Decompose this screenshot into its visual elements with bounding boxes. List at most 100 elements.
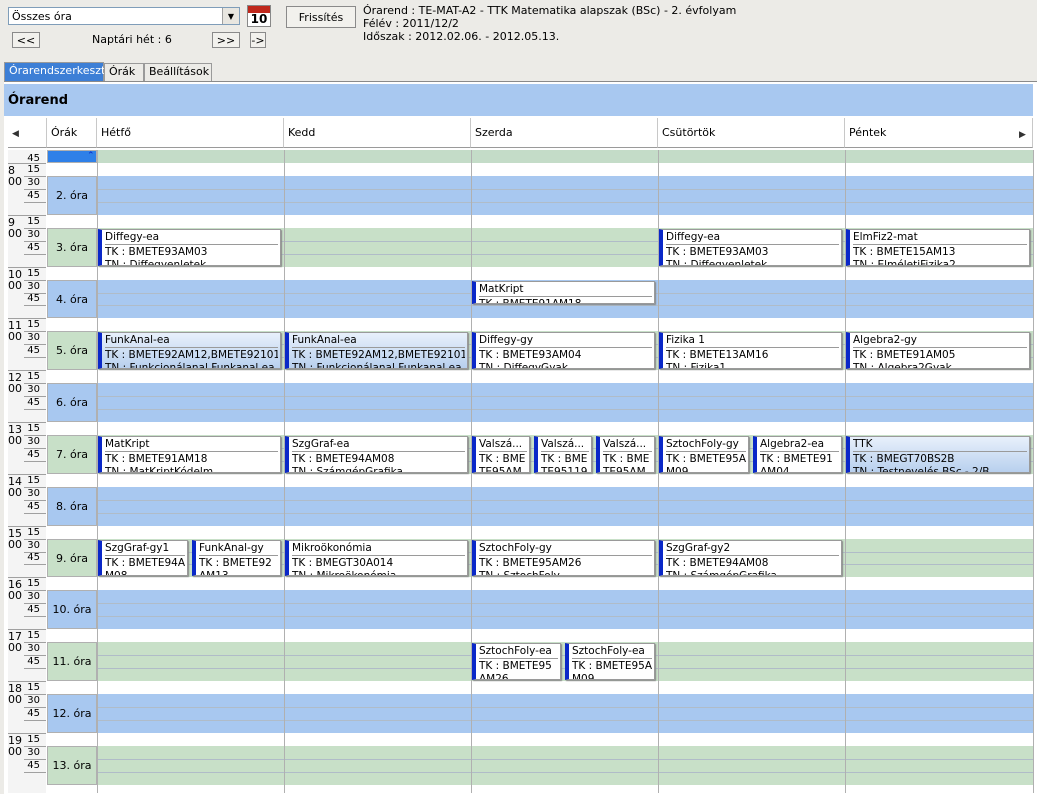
event-detail: TK : BMETE91AM18 (479, 297, 582, 305)
day-header-thu: Csütörtök (658, 118, 845, 148)
refresh-button[interactable]: Frissítés (286, 6, 356, 28)
grid-row[interactable] (97, 150, 1033, 163)
event-title: SztochFoly-ea (479, 645, 558, 660)
period-cell[interactable]: 2. óra (47, 175, 97, 215)
event-wed-matkript[interactable]: MatKript TK : BMETE91AM18 (472, 280, 655, 305)
event-title: SztochFoly-gy (666, 438, 746, 452)
event-fri-algebra2-gy[interactable]: Algebra2-gy TK : BMETE91AM05 TN : Algebra2… (846, 332, 1030, 370)
tab-lessons[interactable]: Órák (104, 63, 144, 81)
grid-row[interactable] (97, 383, 1033, 422)
period-cell[interactable]: 8. óra (47, 486, 97, 526)
event-detail: TN : Funkcionálanal,Funkanal ea. (105, 362, 278, 370)
event-detail: TK : BMETE95AM09 (666, 452, 746, 473)
grid-row[interactable] (97, 486, 1033, 526)
chevron-down-icon[interactable]: ▼ (222, 8, 239, 24)
course-select[interactable]: Összes óra ▼ (8, 7, 240, 25)
event-title: Fizika 1 (666, 334, 839, 349)
event-thu-diffegy[interactable]: Diffegy-ea TK : BMETE93AM03 TN : Diffegyen… (659, 228, 842, 266)
event-detail: TK : BMETE92AM12,BMETE921019 (105, 349, 278, 362)
grid-line (97, 396, 1033, 398)
grid-row[interactable] (97, 590, 1033, 630)
prev-week-button[interactable]: << (12, 32, 40, 48)
ruler-minute-label: 45 (27, 604, 40, 616)
grid-row[interactable] (97, 745, 1033, 785)
ruler-minute-label: 45 (27, 241, 40, 253)
event-mon-funkanal-gy[interactable]: FunkAnal-gyTK : BMETE92AM13TN : Funkanal… (192, 539, 281, 577)
scroll-left-arrow[interactable]: ◀ (8, 118, 47, 148)
period-cell[interactable]: 12. óra (47, 693, 97, 733)
next-week-button[interactable]: >> (212, 32, 240, 48)
ruler-minute-label: 30 (27, 176, 40, 188)
period-cell[interactable]: 9. óra (47, 538, 97, 578)
event-thu-algebra2-ea[interactable]: Algebra2-eaTK : BMETE91AM04TN : Algebra2… (753, 435, 842, 473)
grid-break (97, 422, 1033, 424)
event-wed-sztochfoly-gy[interactable]: SztochFoly-gy TK : BMETE95AM26 TN : Sztoch… (472, 539, 655, 577)
period-cell[interactable]: 10. óra (47, 590, 97, 630)
ruler-tick (24, 201, 46, 203)
event-detail: TK : BMETE95AM06 (479, 452, 526, 473)
grid-row[interactable] (97, 175, 1033, 215)
ruler-tick (24, 409, 46, 411)
event-mon-diffegy[interactable]: Diffegy-ea TK : BMETE93AM03 TN : Diffegyen… (98, 228, 281, 266)
event-detail: TN : Mikroökonómia (292, 569, 397, 577)
grid-break (97, 214, 1033, 217)
event-thu-sztochfoly-gy[interactable]: SztochFoly-gyTK : BMETE95AM09TN : Sztoch… (659, 435, 749, 473)
panel-title: Órarend (4, 84, 1033, 116)
event-title: Valszá... (541, 438, 589, 452)
ruler-tick (24, 564, 46, 566)
event-thu-fizika[interactable]: Fizika 1TK : BMETE13AM16TN : Fizika1K : … (659, 332, 842, 370)
grid-break (97, 681, 1033, 683)
event-mon-funkanal[interactable]: FunkAnal-ea TK : BMETE92AM12,BMETE921019 T… (98, 332, 281, 370)
event-wed-valsz2[interactable]: Valszá...TK : BMETE951191TN : Valszám (534, 435, 592, 473)
event-detail: TK : BMETE95AM09 (572, 660, 652, 680)
event-tue-szggraf[interactable]: SzgGraf-ea TK : BMETE94AM08 TN : SzámgépGr… (285, 435, 468, 473)
day-header-mon: Hétfő (97, 118, 284, 148)
collapse-icon[interactable]: ⌃ (87, 151, 95, 161)
grid-line (97, 305, 1033, 307)
event-detail: TK : BMETE93AM03 (105, 245, 208, 258)
grid-row[interactable] (97, 693, 1033, 733)
ruler-tick (24, 616, 46, 618)
ruler-minute-label: 45 (27, 500, 40, 512)
jump-button[interactable]: -> (250, 32, 266, 48)
event-fri-ttk[interactable]: TTK TK : BMEGT70BS2B TN : Testnevelés BSc … (846, 435, 1030, 473)
ruler-minute-label: 15 (27, 163, 40, 175)
event-detail: TN : SzámgépGrafika (666, 569, 777, 577)
event-thu-szggraf-gy2[interactable]: SzgGraf-gy2 TK : BMETE94AM08 TN : SzámgépG… (659, 539, 842, 577)
event-tue-mikro[interactable]: Mikroökonómia TK : BMEGT30A014 TN : Mikroö… (285, 539, 468, 577)
event-fri-elmfiz[interactable]: ElmFiz2-mat TK : BMETE15AM13 TN : Elméleti… (846, 228, 1030, 266)
period-cell[interactable]: 4. óra (47, 279, 97, 319)
period-cell[interactable]: 6. óra (47, 383, 97, 422)
ruler-minute-label: 30 (27, 228, 40, 240)
event-detail: TK : BMETE91AM04 (760, 452, 833, 473)
event-title: SzgGraf-gy2 (666, 542, 839, 556)
period-cell[interactable]: 11. óra (47, 642, 97, 681)
tab-timetable-editor[interactable]: Órarendszerkesztő (4, 62, 112, 81)
ruler-tick (24, 771, 46, 773)
ruler-minute-label: 45 (27, 345, 40, 357)
event-wed-sztochfoly-ea1[interactable]: SztochFoly-eaTK : BMETE95AM26TN : Sztoch… (472, 643, 561, 680)
event-mon-matkript[interactable]: MatKript TK : BMETE91AM18 TN : MatKriptKód… (98, 435, 281, 473)
ruler-minute-label: 30 (27, 694, 40, 706)
event-title: Diffegy-ea (105, 231, 278, 245)
event-mon-szggraf-gy1[interactable]: SzgGraf-gy1TK : BMETE94AM08TN : SzámgépG… (98, 539, 188, 577)
event-detail: TN : Diffegyenletek (666, 258, 768, 266)
event-wed-diffegy-gy[interactable]: Diffegy-gy TK : BMETE93AM04 TN : DiffegyGy… (472, 332, 655, 370)
event-wed-sztochfoly-ea2[interactable]: SztochFoly-eaTK : BMETE95AM09TN : Sztoch… (565, 643, 655, 680)
tab-settings[interactable]: Beállítások (144, 63, 212, 81)
event-detail: TK : BMEGT70BS2B (853, 452, 955, 465)
period-cell[interactable]: 3. óra (47, 227, 97, 267)
scroll-right-arrow[interactable]: ▶ (1019, 127, 1026, 140)
event-tue-funkanal[interactable]: FunkAnal-ea TK : BMETE92AM12,BMETE921019 T… (285, 332, 468, 370)
event-title: Mikroökonómia (292, 542, 465, 556)
calendar-icon[interactable]: 10 (247, 5, 271, 27)
period-cell[interactable]: 5. óra (47, 331, 97, 371)
event-detail: TK : BMETE93AM04 (479, 349, 582, 362)
period-cell[interactable]: 7. óra (47, 434, 97, 474)
ruler-minute-label: 30 (27, 487, 40, 499)
event-detail: TN : Testnevelés BSc - 2/B (853, 465, 990, 473)
grid-break (97, 525, 1033, 528)
event-wed-valsz1[interactable]: Valszá...TK : BMETE95AM06TN : Valszám (472, 435, 530, 473)
event-wed-valsz3[interactable]: Valszá...TK : BMETE95AM06TN : Valszám (596, 435, 655, 473)
period-cell[interactable]: 13. óra (47, 745, 97, 785)
